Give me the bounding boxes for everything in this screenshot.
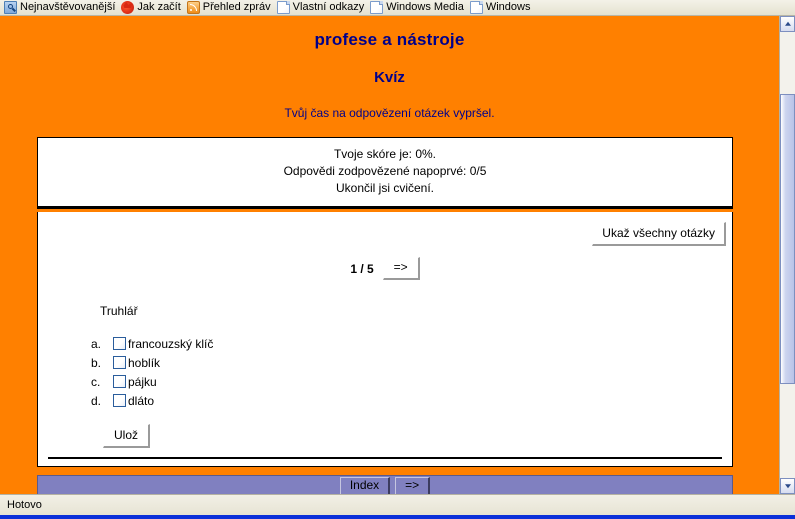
- firefox-icon: [121, 1, 135, 14]
- option-label: hoblík: [128, 355, 161, 370]
- bookmark-windows[interactable]: Windows: [468, 0, 535, 15]
- site-title: profese a nástroje: [314, 30, 465, 49]
- bookmark-label: Vlastní odkazy: [292, 1, 365, 13]
- taskbar-strip: [0, 515, 795, 519]
- score-panel: Tvoje skóre je: 0%. Odpovědi zodpovězené…: [37, 137, 733, 209]
- bookmark-label: Jak začít: [137, 1, 181, 13]
- save-button[interactable]: Ulož: [103, 424, 151, 448]
- page-icon: [469, 1, 483, 14]
- quiz-divider: [48, 457, 722, 459]
- option-letter: d.: [91, 393, 102, 408]
- finished-line: Ukončil jsi cvičení.: [335, 181, 435, 195]
- chevron-down-icon: [784, 484, 791, 489]
- option-label: dláto: [128, 393, 155, 408]
- status-text: Hotovo: [7, 499, 42, 511]
- bookmark-prehled-zprav[interactable]: Přehled zpráv: [185, 0, 275, 15]
- scroll-up-button[interactable]: [780, 16, 795, 32]
- bookmark-vlastni-odkazy[interactable]: Vlastní odkazy: [275, 0, 369, 15]
- index-button[interactable]: Index: [339, 476, 391, 494]
- vertical-scrollbar[interactable]: [779, 16, 795, 494]
- bookmark-label: Přehled zpráv: [202, 1, 271, 13]
- answer-option-c[interactable]: c. pájku: [91, 372, 213, 391]
- footer-nav-bar: Index =>: [37, 475, 733, 494]
- quiz-title: Kvíz: [374, 69, 405, 86]
- option-checkbox[interactable]: [113, 356, 126, 369]
- bookmark-jak-zacit[interactable]: Jak začít: [119, 0, 184, 15]
- footer-next-button[interactable]: =>: [395, 476, 431, 494]
- first-try-line: Odpovědi zodpovězené napoprvé: 0/5: [283, 164, 487, 178]
- timeout-message: Tvůj čas na odpovězení otázek vypršel.: [284, 106, 495, 120]
- page-icon: [276, 1, 290, 14]
- option-label: pájku: [128, 374, 157, 389]
- option-checkbox[interactable]: [113, 375, 126, 388]
- answer-options-list: a. francouzský klíč b. hoblík c. pájku d…: [91, 334, 213, 410]
- answer-option-a[interactable]: a. francouzský klíč: [91, 334, 213, 353]
- score-line: Tvoje skóre je: 0%.: [333, 147, 437, 161]
- status-bar: Hotovo: [0, 494, 795, 519]
- question-text: Truhlář: [100, 304, 138, 318]
- page-icon: [370, 1, 384, 14]
- quiz-panel: Ukaž všechny otázky 1 / 5 => Truhlář a. …: [37, 212, 733, 467]
- chevron-up-icon: [784, 21, 791, 26]
- rss-feed-icon: [186, 1, 200, 14]
- smart-folder-icon: [4, 1, 17, 14]
- option-letter: a.: [91, 336, 102, 351]
- option-label: francouzský klíč: [128, 336, 214, 351]
- option-letter: b.: [91, 355, 102, 370]
- bookmark-label: Nejnavštěvovanější: [20, 1, 116, 13]
- save-row: Ulož: [103, 424, 151, 448]
- option-checkbox[interactable]: [113, 337, 126, 350]
- show-all-questions-button[interactable]: Ukaž všechny otázky: [592, 222, 726, 246]
- option-letter: c.: [91, 374, 101, 389]
- bookmark-label: Windows: [485, 1, 531, 13]
- question-counter: 1 / 5: [350, 261, 374, 276]
- option-checkbox[interactable]: [113, 394, 126, 407]
- answer-option-d[interactable]: d. dláto: [91, 391, 213, 410]
- question-nav-row: 1 / 5 =>: [38, 257, 732, 280]
- bookmark-nejnavstevovanejsi[interactable]: Nejnavštěvovanější: [2, 0, 119, 15]
- page-content: profese a nástroje Kvíz Tvůj čas na odpo…: [0, 16, 779, 494]
- bookmark-label: Windows Media: [386, 1, 464, 13]
- next-question-button[interactable]: =>: [382, 257, 420, 280]
- browser-window: Nejnavštěvovanější Jak začít Přehled zpr…: [0, 0, 795, 519]
- bookmark-windows-media[interactable]: Windows Media: [368, 0, 468, 15]
- scroll-down-button[interactable]: [780, 478, 795, 494]
- bookmarks-toolbar: Nejnavštěvovanější Jak začít Přehled zpr…: [0, 0, 795, 16]
- answer-option-b[interactable]: b. hoblík: [91, 353, 213, 372]
- show-all-questions-row: Ukaž všechny otázky: [592, 222, 726, 246]
- scrollbar-thumb[interactable]: [780, 94, 795, 384]
